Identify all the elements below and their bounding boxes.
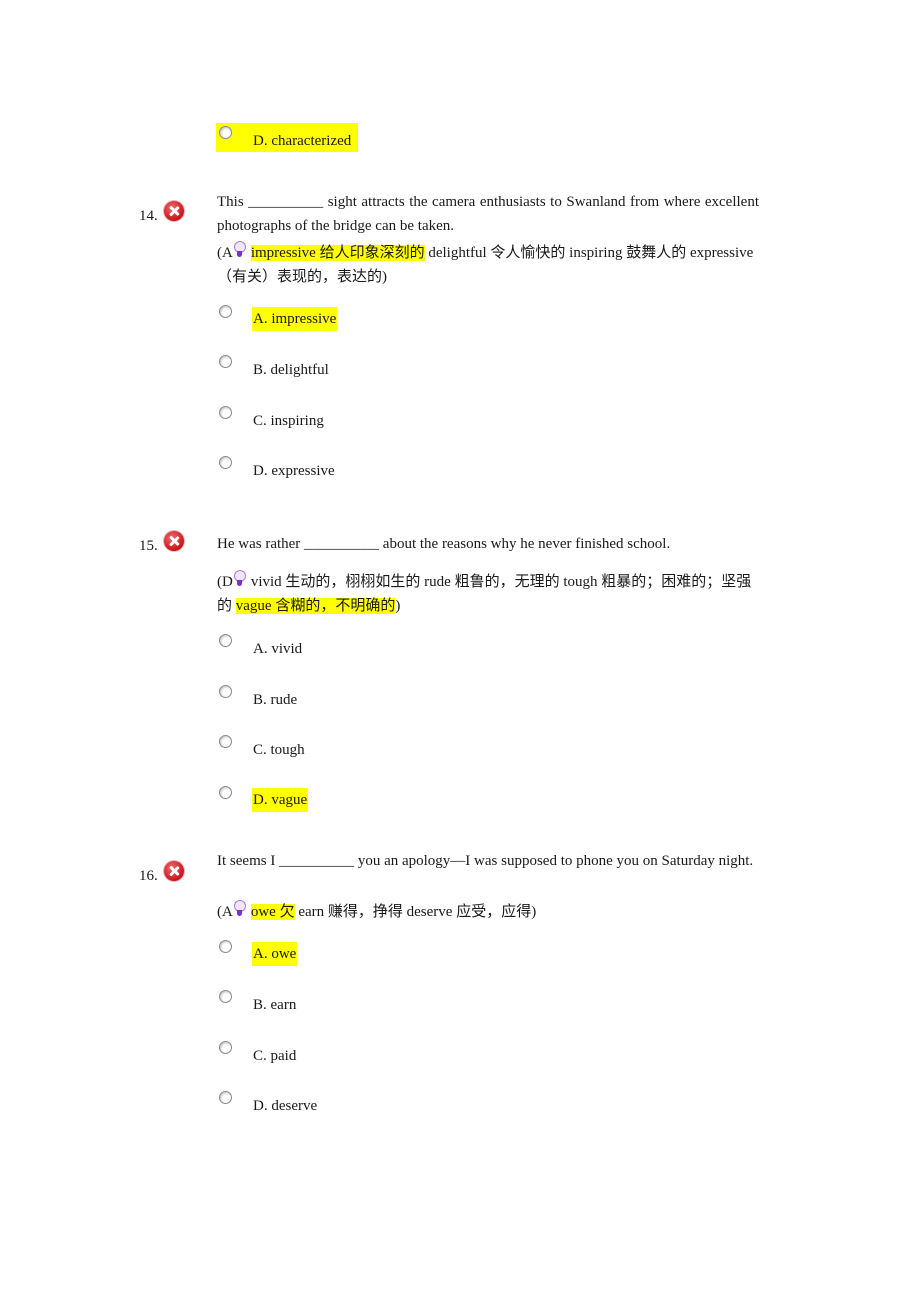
option-label: B. earn	[253, 997, 297, 1013]
radio-button[interactable]	[219, 406, 232, 419]
hint-answer-key: (D	[217, 574, 233, 590]
radio-button[interactable]	[219, 634, 232, 647]
question-text: It seems I __________ you an apology—I w…	[217, 853, 754, 869]
lightbulb-icon	[233, 241, 246, 259]
hint-other-glosses: earn 赚得，挣得 deserve 应受，应得)	[294, 904, 537, 920]
radio-button[interactable]	[219, 940, 232, 953]
answer-hint: (A impressive 给人印象深刻的 delightful 令人愉快的 in…	[217, 241, 759, 289]
question-text: He was rather __________ about the reaso…	[217, 536, 671, 552]
hint-correct-gloss: owe 欠	[250, 904, 295, 920]
question-number: 15.	[139, 538, 158, 554]
question-number: 14.	[139, 208, 158, 224]
radio-button[interactable]	[219, 786, 232, 799]
option-label: A. vivid	[253, 641, 303, 657]
hint-answer-key: (A	[217, 904, 233, 920]
lightbulb-icon	[233, 900, 246, 918]
question-text: This __________ sight attracts the camer…	[217, 194, 759, 234]
wrong-x-icon	[164, 861, 184, 881]
option-label: B. rude	[253, 692, 298, 708]
option-label: A. impressive	[252, 307, 338, 331]
lightbulb-icon	[233, 570, 246, 588]
wrong-x-icon	[164, 531, 184, 551]
radio-button[interactable]	[219, 735, 232, 748]
hint-correct-gloss: impressive 给人印象深刻的	[250, 245, 425, 261]
answer-hint: (A owe 欠 earn 赚得，挣得 deserve 应受，应得)	[217, 900, 759, 924]
radio-button[interactable]	[219, 1091, 232, 1104]
hint-close: )	[395, 598, 401, 614]
option-label: D. vague	[252, 788, 309, 812]
option-label: D. deserve	[253, 1098, 318, 1114]
option-label: C. paid	[253, 1048, 297, 1064]
option-label: D. characterized	[253, 133, 352, 149]
option-label: A. owe	[252, 942, 298, 966]
radio-button[interactable]	[219, 456, 232, 469]
radio-button[interactable]	[219, 685, 232, 698]
radio-button[interactable]	[219, 1041, 232, 1054]
hint-answer-key: (A	[217, 245, 233, 261]
radio-button[interactable]	[219, 305, 232, 318]
wrong-x-icon	[164, 201, 184, 221]
radio-button[interactable]	[219, 990, 232, 1003]
radio-button[interactable]	[219, 126, 232, 139]
option-label: C. inspiring	[253, 413, 324, 429]
radio-button[interactable]	[219, 355, 232, 368]
question-number: 16.	[139, 868, 158, 884]
option-label: D. expressive	[253, 463, 335, 479]
option-label: B. delightful	[253, 362, 329, 378]
answer-hint: (D vivid 生动的，栩栩如生的 rude 粗鲁的，无理的 tough 粗暴的…	[217, 570, 759, 618]
hint-correct-gloss: vague 含糊的，不明确的	[235, 598, 396, 614]
option-label: C. tough	[253, 742, 305, 758]
